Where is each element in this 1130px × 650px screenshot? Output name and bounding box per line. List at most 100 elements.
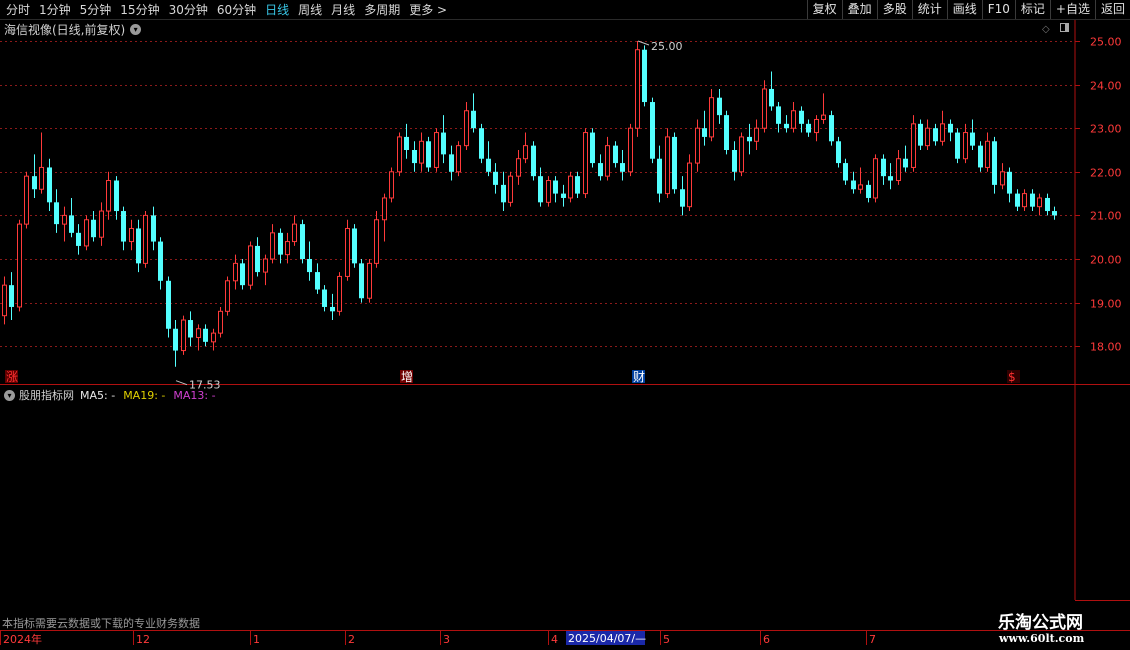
event-marker[interactable]: 财	[632, 370, 645, 384]
candle-body-down	[575, 176, 580, 194]
indicator-name[interactable]: 股朋指标网	[19, 387, 74, 403]
candle	[754, 119, 759, 150]
candle-body-up	[211, 332, 216, 343]
candle-body-down	[769, 88, 774, 107]
candle	[471, 93, 476, 133]
event-marker[interactable]: 增	[400, 370, 413, 384]
candle-body-down	[881, 158, 886, 177]
candle-body-up	[754, 127, 759, 142]
candle	[739, 132, 744, 177]
candle-body-up	[628, 127, 633, 173]
candle-body-down	[91, 219, 96, 238]
ma5-value: MA5: -	[80, 388, 116, 402]
price-tick-label: 18.00	[1090, 341, 1122, 354]
candle	[672, 132, 677, 194]
cursor-date-label: 2025/04/07/—	[568, 632, 646, 645]
candle-body-down	[69, 215, 74, 233]
candle	[54, 189, 59, 233]
candle	[523, 132, 528, 164]
candle	[17, 219, 22, 312]
candle-body-down	[799, 110, 804, 124]
candle	[1045, 193, 1050, 216]
dropdown-icon[interactable]: ▾	[4, 389, 15, 401]
candle	[62, 206, 67, 242]
watermark-title: 乐淘公式网	[998, 613, 1083, 633]
candle	[508, 171, 513, 207]
candle-body-up	[337, 275, 342, 312]
candle-body-down	[553, 180, 558, 194]
candle	[896, 150, 901, 185]
candle-body-down	[479, 128, 484, 159]
candle	[925, 119, 930, 150]
event-marker[interactable]: $	[1007, 370, 1020, 384]
candle-body-down	[449, 154, 454, 172]
time-label: 4	[551, 633, 558, 646]
candle	[300, 219, 305, 264]
time-label: 6	[763, 633, 770, 646]
candle	[158, 237, 163, 290]
candle	[337, 272, 342, 316]
candle-body-down	[47, 167, 52, 203]
candle-body-up	[665, 136, 670, 195]
candle	[188, 311, 193, 347]
candle-body-down	[672, 136, 677, 190]
candle-body-down	[747, 136, 752, 142]
kline-chart[interactable]: 25.00 24.00 23.00 22.00 21.00 20.00 19.00 18.00…	[0, 0, 1130, 650]
candle	[776, 102, 781, 133]
candle	[665, 128, 670, 198]
candle-body-up	[456, 145, 461, 173]
candle	[709, 88, 714, 142]
event-marker[interactable]: 涨	[5, 369, 18, 384]
candle	[106, 171, 111, 220]
candle-body-up	[940, 123, 945, 142]
candle-body-down	[441, 132, 446, 155]
candle	[911, 115, 916, 172]
candle	[873, 154, 878, 203]
candle	[769, 71, 774, 111]
candle-body-up	[263, 258, 268, 273]
candle	[114, 176, 119, 220]
candle	[784, 115, 789, 133]
candle	[732, 141, 737, 181]
candle-body-up	[583, 132, 588, 195]
candle	[829, 110, 834, 146]
candle	[881, 154, 886, 185]
candle-body-up	[129, 227, 134, 243]
candle	[657, 145, 662, 203]
candle-body-down	[620, 163, 625, 172]
candle	[136, 219, 141, 273]
candle-body-down	[76, 232, 81, 246]
event-marker-label: 涨	[6, 369, 18, 384]
candle-body-down	[1052, 211, 1057, 216]
candle	[255, 237, 260, 277]
price-tick-label: 25.00	[1090, 36, 1122, 49]
candle-body-down	[1045, 197, 1050, 212]
candle-body-down	[732, 150, 737, 172]
candle	[680, 176, 685, 216]
candle	[248, 241, 253, 290]
candle	[352, 224, 357, 268]
candle-body-up	[143, 214, 148, 264]
candle-body-down	[32, 176, 37, 190]
candle	[389, 167, 394, 203]
candle	[441, 115, 446, 164]
candle	[970, 119, 975, 150]
candle-body-up	[285, 241, 290, 256]
candle-body-down	[836, 141, 841, 164]
candle	[359, 259, 364, 303]
candle-body-up	[985, 140, 990, 168]
candle-body-down	[866, 184, 871, 198]
candle-body-up	[292, 223, 297, 243]
candle	[963, 123, 968, 164]
candle-body-up	[516, 158, 521, 177]
candle	[307, 241, 312, 281]
candle-body-down	[784, 123, 789, 129]
high-label: 25.00	[651, 40, 683, 53]
candle	[575, 171, 580, 198]
candle-body-up	[687, 162, 692, 208]
candle-body-down	[278, 232, 283, 255]
candle-body-down	[151, 215, 156, 242]
candle	[211, 328, 216, 351]
event-markers[interactable]: 涨 增 财 $	[5, 369, 1020, 384]
candle-body-down	[903, 158, 908, 168]
